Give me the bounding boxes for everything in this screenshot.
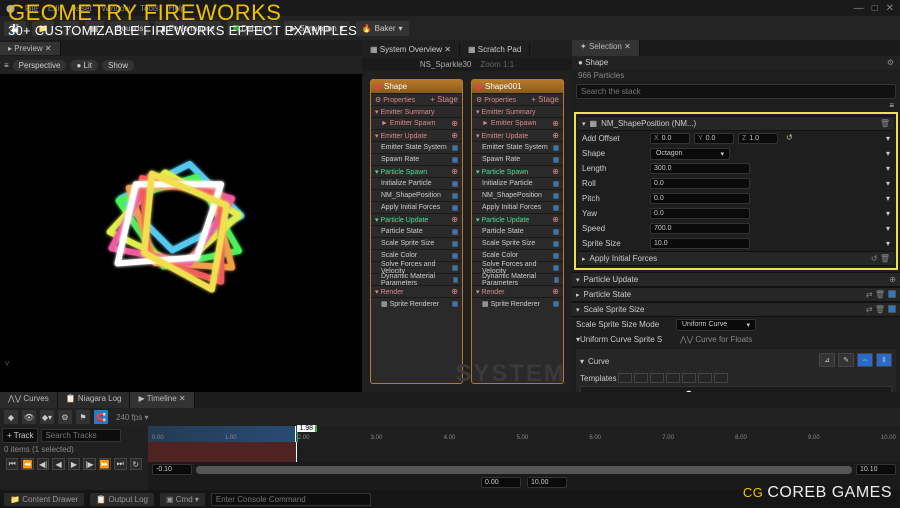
tab-timeline[interactable]: ▶ Timeline ✕ (130, 392, 194, 408)
svg-text:V: V (5, 362, 9, 368)
speed-field[interactable]: 700.0 (650, 223, 750, 234)
details-settings-icon[interactable]: ⚙ (887, 58, 894, 67)
shape-dropdown[interactable]: Octagon▾ (650, 148, 730, 160)
transport-loop[interactable]: ↻ (130, 458, 142, 470)
window-maximize-icon[interactable]: □ (872, 3, 878, 14)
transport-next-frame[interactable]: |▶ (83, 458, 95, 470)
particle-count: 966 Particles (572, 69, 900, 82)
overlay-subtitle: 30+ CUSTOMIZABLE FIREWORKS EFFECT EXAMPL… (8, 24, 357, 37)
show-dropdown[interactable]: Show (102, 60, 134, 71)
filter-icon[interactable]: ≡ (889, 101, 894, 110)
output-log-button[interactable]: 📋 Output Log (90, 493, 154, 506)
baker-dropdown[interactable]: 🔥 Baker ▾ (356, 21, 409, 36)
transport-skip-end[interactable]: ⏭ (114, 458, 126, 470)
section-particle-state[interactable]: ▸ Particle State⇄ 🗑 (572, 287, 900, 302)
section-particle-update[interactable]: ▾ Particle Update⊕ (572, 272, 900, 287)
range-end-field[interactable]: 10.10 (856, 464, 896, 475)
curve-tool-fit-h[interactable]: ⇔ (857, 353, 873, 367)
yaw-field[interactable]: 0.0 (650, 208, 750, 219)
tl-key-icon[interactable]: ◆▾ (40, 410, 54, 424)
system-name: NS_Sparkle30 (420, 60, 472, 69)
tl-flag-icon[interactable]: ⚑ (76, 410, 90, 424)
transport-reverse[interactable]: ◀ (52, 458, 64, 470)
tab-curves[interactable]: ⋀⋁ Curves (0, 392, 58, 408)
content-drawer-button[interactable]: 📁 Content Drawer (4, 493, 84, 506)
curve-tool-linear[interactable]: ⊿ (819, 353, 835, 367)
branding: CGCOREB GAMES (743, 484, 892, 502)
range-start-field[interactable]: -0.10 (152, 464, 192, 475)
curve-template[interactable] (714, 373, 728, 383)
add-offset-x-field[interactable]: X0.0 (650, 133, 690, 144)
tl-snap-icon[interactable]: 🧲 (94, 410, 108, 424)
length-field[interactable]: 300.0 (650, 163, 750, 174)
search-tracks-input[interactable] (41, 429, 121, 442)
tab-preview[interactable]: ▸ Preview ✕ (0, 42, 61, 55)
window-close-icon[interactable]: ✕ (886, 3, 894, 14)
curve-editor: ▾Curve ⊿ ✎ ⇔ ⇕ Templates (576, 349, 896, 392)
cmd-button[interactable]: ▣ Cmd ▾ (160, 493, 205, 506)
curve-template[interactable] (650, 373, 664, 383)
add-track-button[interactable]: + Track (2, 428, 38, 443)
tl-options-icon[interactable]: ⚙ (58, 410, 72, 424)
perspective-dropdown[interactable]: Perspective (13, 60, 67, 71)
curve-template[interactable] (666, 373, 680, 383)
stack-search-input[interactable] (576, 84, 896, 99)
reset-icon[interactable]: ↺ (786, 133, 793, 144)
tab-selection[interactable]: ✦ Selection ✕ (572, 40, 640, 56)
node-graph[interactable]: Shape ⚙ Properties+ Stage ▾ Emitter Summ… (362, 71, 572, 392)
section-scale-sprite-size[interactable]: ▾ Scale Sprite Size⇄ 🗑 (572, 302, 900, 317)
graph-watermark: SYSTEM (455, 360, 566, 388)
transport-prev-frame[interactable]: ◀| (37, 458, 49, 470)
tab-niagara-log[interactable]: 📋 Niagara Log (58, 392, 131, 408)
end-time-field[interactable]: 10.00 (527, 477, 567, 488)
start-time-field[interactable]: 0.00 (481, 477, 521, 488)
curve-tool-edit[interactable]: ✎ (838, 353, 854, 367)
section-nm-shapeposition[interactable]: ▾ ▦ NM_ShapePosition (NM...)🗑 (578, 116, 894, 131)
fps-dropdown[interactable]: 240 fps ▾ (116, 413, 149, 422)
emitter-node-shape[interactable]: Shape ⚙ Properties+ Stage ▾ Emitter Summ… (370, 79, 463, 384)
emitter-node-shape001[interactable]: Shape001 ⚙ Properties+ Stage ▾ Emitter S… (471, 79, 564, 384)
transport-step-fwd[interactable]: ⏩ (99, 458, 111, 470)
add-offset-y-field[interactable]: Y0.0 (694, 133, 734, 144)
tl-view-icon[interactable]: 👁 (22, 410, 36, 424)
scale-sprite-mode-dropdown[interactable]: Uniform Curve ▾ (676, 319, 756, 331)
tl-marker-icon[interactable]: ◆ (4, 410, 18, 424)
window-minimize-icon[interactable]: — (854, 3, 864, 14)
curve-template[interactable] (634, 373, 648, 383)
preview-viewport[interactable]: V (0, 74, 362, 392)
highlighted-section: ▾ ▦ NM_ShapePosition (NM...)🗑 Add Offset… (574, 112, 898, 270)
viewport-toolbar: ≡ Perspective ● Lit Show (0, 56, 362, 74)
curve-template[interactable] (698, 373, 712, 383)
selection-header: ● Shape (578, 58, 608, 67)
transport-play[interactable]: ▶ (68, 458, 80, 470)
timeline-ruler-area[interactable]: 1.98 0.001.002.003.004.005.006.007.008.0… (148, 426, 900, 490)
pitch-field[interactable]: 0.0 (650, 193, 750, 204)
curve-tool-fit-v[interactable]: ⇕ (876, 353, 892, 367)
section-apply-initial-forces[interactable]: ▸ Apply Initial Forces↺ 🗑 (578, 251, 894, 266)
sprite-size-field[interactable]: 10.0 (650, 238, 750, 249)
tab-system-overview[interactable]: ▦ System Overview ✕ (362, 43, 460, 56)
add-offset-z-field[interactable]: Z1.0 (738, 133, 778, 144)
transport-step-back[interactable]: ⏪ (21, 458, 33, 470)
transport-skip-start[interactable]: ⏮ (6, 458, 18, 470)
curve-graph[interactable] (580, 386, 892, 392)
console-input[interactable] (211, 493, 371, 506)
track-selection-label: 0 items (1 selected) (2, 443, 146, 456)
roll-field[interactable]: 0.0 (650, 178, 750, 189)
curve-template[interactable] (682, 373, 696, 383)
tab-scratch-pad[interactable]: ▦ Scratch Pad (460, 43, 530, 56)
curve-template[interactable] (618, 373, 632, 383)
viewport-options-icon[interactable]: ≡ (4, 61, 9, 70)
lit-dropdown[interactable]: ● Lit (70, 60, 98, 71)
overlay-title: GEOMETRY FIREWORKS (8, 2, 357, 24)
